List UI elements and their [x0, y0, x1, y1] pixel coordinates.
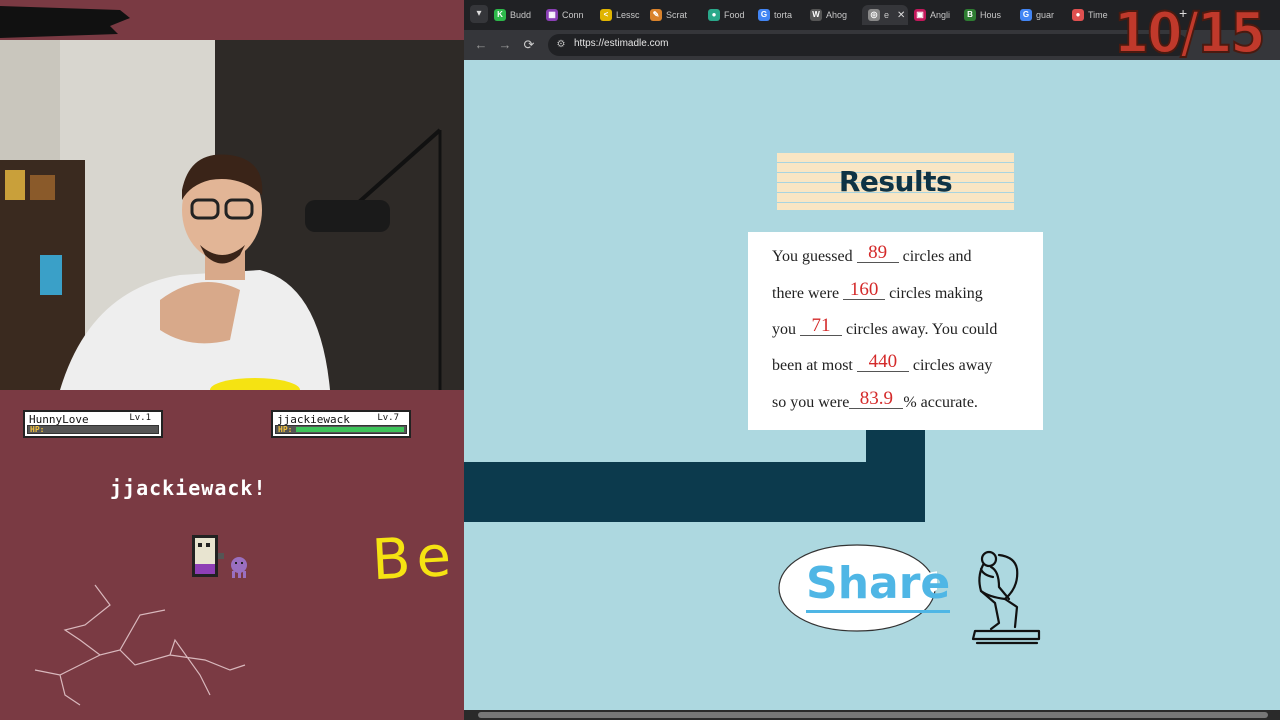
url-text[interactable]: https://estimadle.com	[574, 38, 668, 49]
results-header-card: Results	[777, 153, 1014, 210]
tab-label: Hous	[980, 10, 1002, 20]
text: there were	[772, 285, 840, 302]
browser-tab[interactable]: ▦ Conn	[546, 5, 592, 25]
results-title: Results	[838, 165, 953, 198]
tab-label: Budd	[510, 10, 532, 20]
handwritten-text: Be	[370, 523, 459, 594]
player1-hp-label: HP:	[30, 425, 45, 434]
tab-label: Food	[724, 10, 745, 20]
horizontal-scrollbar[interactable]	[464, 710, 1280, 720]
tab-label: Angli	[930, 10, 951, 20]
crack-doodle	[34, 584, 246, 706]
player2-hp-bar: HP:	[275, 425, 407, 434]
text: circles making	[889, 285, 983, 302]
battle-message: jjackiewack!	[110, 476, 267, 500]
result-line-3: you 71 circles away. You could	[772, 316, 998, 339]
reload-icon[interactable]: ⟳	[520, 36, 538, 54]
result-line-1: You guessed 89 circles and	[772, 243, 972, 266]
tab-label: Ahog	[826, 10, 848, 20]
black-scribble	[0, 6, 130, 38]
browser-window: ▾ K Budd ▦ Conn < Lessc ✎ Scrat ● Food Gtorta W Ahog…	[464, 0, 1280, 720]
player2-hp-label: HP:	[278, 425, 293, 434]
browser-tab[interactable]: K Budd	[494, 5, 538, 25]
site-info-icon[interactable]: ⚙	[554, 38, 568, 52]
tab-favicon-icon: ●	[1072, 9, 1084, 21]
results-text-box: You guessed 89 circles and there were 16…	[748, 232, 1043, 430]
tab-favicon-icon: ▣	[914, 9, 926, 21]
tab-favicon-icon: G	[758, 9, 770, 21]
difference-value: 71	[800, 316, 842, 336]
browser-tab[interactable]: ◎ e ✕	[862, 5, 908, 25]
tab-favicon-icon: ▦	[546, 9, 558, 21]
tab-favicon-icon: B	[964, 9, 976, 21]
tab-label: e	[884, 10, 890, 20]
player1-status-box: HunnyLove Lv.1 HP:	[23, 410, 163, 438]
browser-tab[interactable]: < Lessc	[600, 5, 642, 25]
tab-label: Time	[1088, 10, 1108, 20]
player2-status-box: jjackiewack Lv.7 HP:	[271, 410, 411, 438]
webcam-feed	[0, 40, 464, 390]
browser-tab[interactable]: ▣ Angli	[914, 5, 956, 25]
player2-hp-fill	[296, 427, 404, 432]
scrollbar-thumb[interactable]	[478, 712, 1268, 718]
text: % accurate.	[903, 394, 978, 411]
browser-tab[interactable]: Gtorta	[758, 5, 802, 25]
text: circles away. You could	[846, 321, 998, 338]
text: circles away	[912, 357, 993, 374]
text: You guessed	[772, 248, 853, 265]
text: so you were	[772, 394, 850, 411]
browser-tab[interactable]: ✎ Scrat	[650, 5, 700, 25]
screen: HunnyLove Lv.1 HP: jjackiewack Lv.7 HP: …	[0, 0, 1280, 720]
tab-favicon-icon: ✎	[650, 9, 662, 21]
tab-favicon-icon: K	[494, 9, 506, 21]
actual-value: 160	[843, 280, 886, 300]
dark-bar-horizontal	[464, 462, 925, 522]
player2-level: Lv.7	[377, 413, 399, 423]
accuracy-value: 83.9	[849, 389, 904, 409]
guess-value: 89	[856, 243, 899, 263]
result-line-5: so you were 83.9% accurate.	[772, 389, 978, 412]
browser-tab[interactable]: B Hous	[964, 5, 1012, 25]
text: you	[772, 321, 796, 338]
result-line-2: there were 160 circles making	[772, 280, 983, 303]
tab-close-icon[interactable]: ✕	[897, 10, 905, 21]
round-counter: 10/15	[1113, 1, 1266, 66]
tab-favicon-icon: ●	[708, 9, 720, 21]
tab-label: Conn	[562, 10, 584, 20]
browser-tab[interactable]: ● Food	[708, 5, 750, 25]
player1-hp-bar: HP:	[27, 425, 159, 434]
tab-label: Lessc	[616, 10, 640, 20]
tab-label: Scrat	[666, 10, 688, 20]
text: circles and	[902, 248, 972, 265]
thinker-statue-icon	[971, 550, 1041, 645]
tab-favicon-icon: ◎	[868, 9, 880, 21]
player1-level: Lv.1	[129, 413, 151, 423]
address-bar[interactable]: ⚙ https://estimadle.com	[548, 34, 1188, 56]
webcam-image	[0, 40, 464, 390]
result-line-4: been at most 440 circles away	[772, 352, 993, 375]
text: been at most	[772, 357, 853, 374]
forward-arrow-icon[interactable]: →	[496, 36, 514, 54]
max-value: 440	[856, 352, 909, 372]
browser-tab[interactable]: W Ahog	[810, 5, 854, 25]
tab-favicon-icon: G	[1020, 9, 1032, 21]
tab-favicon-icon: W	[810, 9, 822, 21]
browser-tab[interactable]: Gguar	[1020, 5, 1064, 25]
browser-tab[interactable]: ● Time	[1072, 5, 1118, 25]
stream-overlay: HunnyLove Lv.1 HP: jjackiewack Lv.7 HP: …	[0, 0, 464, 720]
tab-label: guar	[1036, 10, 1055, 20]
share-button[interactable]: Share	[806, 558, 951, 613]
tab-favicon-icon: <	[600, 9, 612, 21]
back-arrow-icon[interactable]: ←	[472, 36, 490, 54]
tab-search-dropdown[interactable]: ▾	[470, 5, 488, 23]
tab-label: torta	[774, 10, 793, 20]
